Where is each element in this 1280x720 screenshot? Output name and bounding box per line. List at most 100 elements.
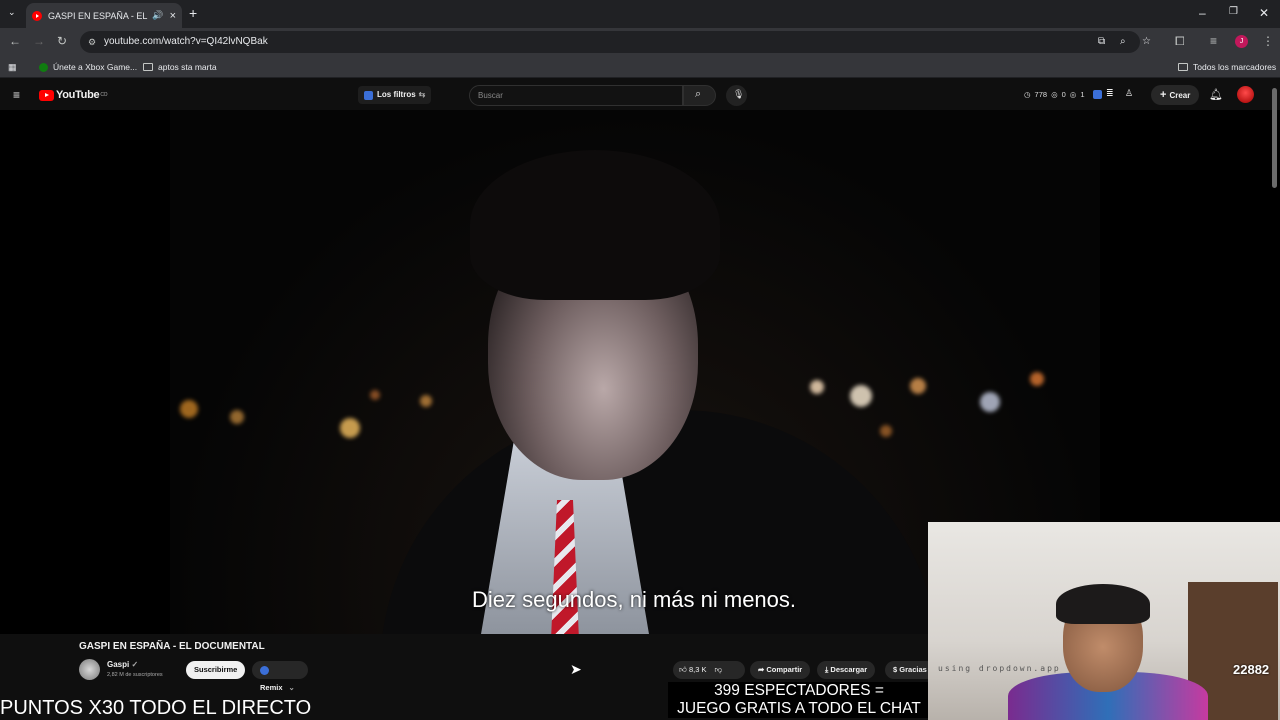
eye-icon: ◎ (1069, 90, 1077, 99)
page-scrollbar[interactable] (1272, 88, 1277, 188)
cast-icon[interactable]: ⧉ (1098, 31, 1105, 53)
extension-icon[interactable] (1093, 90, 1102, 99)
all-bookmarks-label: Todos los marcadores (1193, 62, 1277, 72)
download-label: Descargar (830, 665, 868, 674)
thumbs-up-icon: 👍︎ (679, 665, 687, 674)
profile-avatar[interactable]: J (1235, 35, 1248, 48)
speaker-icon[interactable]: 🔊 (152, 10, 163, 21)
address-bar[interactable]: ⚙ youtube.com/watch?v=QI42lvNQBak ⧉ ⌕ ☆ (80, 31, 1151, 53)
tab-search-icon[interactable]: ⌄ (8, 7, 16, 18)
bookmark-label: Únete a Xbox Game... (53, 62, 138, 72)
account-avatar[interactable] (1237, 86, 1254, 103)
chevron-down-icon: ⌄ (288, 683, 295, 692)
minimize-icon[interactable]: – (1199, 6, 1206, 20)
subscribe-button[interactable]: Suscribirme (186, 661, 246, 679)
search-icon: ⌕ (695, 88, 702, 100)
dislike-button[interactable]: 👎︎ (715, 665, 723, 674)
url-text: youtube.com/watch?v=QI42lvNQBak (104, 36, 268, 47)
stat-c: 1 (1080, 90, 1085, 99)
cam-caption: using dropdown.app (938, 664, 1061, 673)
voice-search-button[interactable]: 🎙︎ (726, 85, 747, 106)
share-label: Compartir (766, 665, 803, 674)
zoom-icon[interactable]: ⌕ (1120, 31, 1126, 53)
viewers-goal-line1: 399 ESPECTADORES = (714, 682, 884, 699)
stat-b: 0 (1061, 90, 1066, 99)
media-controls-icon[interactable]: ≡ (1210, 34, 1217, 48)
filter-label: Los filtros (377, 90, 416, 99)
notifications-bell-icon[interactable]: 🔔︎ (1209, 88, 1223, 101)
channel-name-text: Gaspi (107, 660, 130, 669)
stream-overlay-left: PUNTOS X30 TODO EL DIRECTO (0, 697, 312, 719)
site-info-icon[interactable]: ⚙ (88, 31, 96, 53)
filter-icon (364, 90, 373, 100)
youtube-play-icon (39, 89, 54, 101)
tab-title: GASPI EN ESPAÑA - EL DOCUMENTAL (48, 10, 148, 21)
list-icon[interactable]: ≣ (1106, 88, 1114, 99)
thumbs-down-icon: 👎︎ (714, 665, 723, 674)
browser-tab-strip: ⌄ GASPI EN ESPAÑA - EL DOCUMENTAL 🔊 × + … (0, 0, 1280, 28)
stream-overlay-right: 399 ESPECTADORES = JUEGO GRATIS A TODO E… (668, 682, 930, 718)
youtube-logo[interactable]: YouTube CO (39, 89, 108, 101)
like-dislike-group: 👍︎ 8,3 K 👎︎ (673, 661, 745, 679)
bookmarks-bar: ▦ Únete a Xbox Game... aptos sta marta T… (0, 56, 1280, 78)
hamburger-menu-icon[interactable]: ≡ (13, 88, 20, 102)
filter-extension-button[interactable]: Los filtros ⇆ (358, 86, 432, 104)
trophy-icon[interactable]: ♙ (1125, 88, 1133, 99)
microphone-icon: 🎙︎ (733, 89, 745, 99)
bookmark-xbox[interactable]: Únete a Xbox Game... (39, 62, 137, 72)
bookmark-label: aptos sta marta (158, 62, 217, 72)
sliders-icon: ⇆ (418, 90, 426, 99)
remix-label: Remix (260, 683, 283, 692)
bookmark-star-icon[interactable]: ☆ (1142, 31, 1151, 53)
subscriber-count: 2,82 M de suscriptores (107, 672, 163, 678)
like-button[interactable]: 👍︎ 8,3 K (679, 665, 706, 674)
like-count: 8,3 K (688, 665, 707, 674)
xbox-icon (39, 62, 48, 72)
cam-badge: 22882 (1233, 662, 1270, 677)
thanks-icon: $ (893, 665, 898, 674)
eye-icon: ◎ (1051, 90, 1058, 99)
mouse-cursor-icon: ➤ (570, 661, 582, 677)
logo-text: YouTube (56, 89, 100, 101)
close-tab-icon[interactable]: × (170, 10, 176, 22)
share-icon: ➦ (758, 665, 765, 674)
new-tab-icon[interactable]: + (189, 5, 197, 21)
share-button[interactable]: ➦ Compartir (750, 661, 811, 679)
extension-stats[interactable]: ◷ 778 ◎ 0 ◎ 1 (1024, 90, 1085, 99)
download-button[interactable]: ⤓ Descargar (817, 661, 876, 679)
viewers-goal-line2: JUEGO GRATIS A TODO EL CHAT (677, 700, 921, 717)
back-icon[interactable]: ← (9, 34, 21, 48)
browser-tab[interactable]: GASPI EN ESPAÑA - EL DOCUMENTAL 🔊 × (26, 3, 182, 28)
bookmark-folder-aptos[interactable]: aptos sta marta (143, 62, 217, 72)
channel-name[interactable]: Gaspi ✓ (107, 660, 138, 669)
close-window-icon[interactable]: ✕ (1259, 6, 1269, 20)
folder-icon (143, 63, 153, 71)
channel-avatar[interactable] (79, 659, 100, 680)
browser-menu-icon[interactable]: ⋮ (1262, 34, 1274, 48)
create-label: Crear (1169, 91, 1191, 100)
streamer-headset (1056, 584, 1150, 624)
extensions-icon[interactable]: ⧠ (1175, 34, 1185, 49)
youtube-favicon-icon (32, 10, 42, 21)
apps-grid-icon[interactable]: ▦ (8, 62, 17, 73)
video-title: GASPI EN ESPAÑA - EL DOCUMENTAL (79, 641, 265, 652)
search-input[interactable]: Buscar (469, 85, 683, 106)
remix-button[interactable]: Remix ⌄ (252, 661, 308, 692)
logo-country: CO (100, 92, 108, 98)
thanks-label: Gracias (899, 665, 927, 674)
forward-icon[interactable]: → (33, 34, 45, 48)
stat-views: 778 (1034, 90, 1048, 99)
person-hair (470, 150, 720, 300)
all-bookmarks[interactable]: Todos los marcadores (1178, 62, 1276, 72)
search-button[interactable]: ⌕ (683, 85, 716, 106)
plus-icon: + (1160, 89, 1167, 101)
streamer-webcam: using dropdown.app 22882 (928, 522, 1280, 720)
clock-icon: ◷ (1024, 90, 1031, 99)
remix-icon (260, 665, 269, 675)
reload-icon[interactable]: ↻ (57, 34, 67, 48)
create-button[interactable]: + Crear (1151, 85, 1200, 105)
verified-icon: ✓ (131, 660, 139, 669)
download-icon: ⤓ (825, 665, 829, 674)
restore-icon[interactable]: ❐ (1229, 6, 1238, 17)
folder-icon (1178, 63, 1188, 71)
